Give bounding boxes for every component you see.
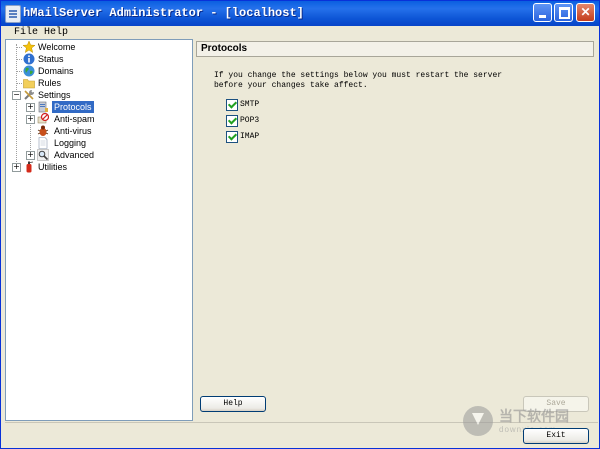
app-icon bbox=[5, 5, 21, 23]
checkbox-check-icon bbox=[226, 99, 238, 111]
collapse-icon[interactable]: − bbox=[12, 91, 21, 100]
star-icon bbox=[23, 41, 35, 53]
panel-title: Protocols bbox=[196, 41, 594, 57]
tree-item-label: Logging bbox=[54, 138, 87, 148]
restart-notice: If you change the settings below you mus… bbox=[214, 71, 514, 91]
checkbox-check-icon bbox=[226, 131, 238, 143]
app-window: hMailServer Administrator - [localhost] … bbox=[0, 0, 600, 449]
tree-item-label: Domains bbox=[38, 66, 74, 76]
minimize-icon bbox=[534, 4, 551, 21]
fire-extinguisher-icon bbox=[26, 161, 34, 173]
tree-item-label: Advanced bbox=[54, 150, 95, 160]
menu-bar: File Help bbox=[2, 26, 599, 39]
info-icon bbox=[23, 53, 35, 65]
close-button[interactable]: ✕ bbox=[576, 3, 595, 22]
menu-help[interactable]: Help bbox=[42, 26, 70, 39]
tree-line bbox=[16, 59, 22, 60]
no-spam-icon bbox=[37, 113, 49, 124]
navigation-tree[interactable]: Welcome Status Domains Rules − Settings … bbox=[5, 39, 193, 421]
tree-item-label: Settings bbox=[38, 90, 71, 100]
server-icon bbox=[38, 101, 48, 113]
tree-line bbox=[16, 71, 22, 72]
checkbox-label: SMTP bbox=[240, 100, 260, 109]
expand-icon[interactable]: + bbox=[26, 115, 35, 124]
expand-icon[interactable]: + bbox=[12, 163, 21, 172]
exit-button[interactable]: Exit bbox=[523, 428, 589, 444]
document-icon bbox=[38, 137, 48, 149]
protocols-panel: Protocols If you change the settings bel… bbox=[194, 39, 598, 419]
maximize-button[interactable] bbox=[554, 3, 573, 22]
notice-line: If you change the settings below you mus… bbox=[214, 71, 503, 80]
tree-line bbox=[16, 83, 22, 84]
tree-item-label: Rules bbox=[38, 78, 62, 88]
tree-item-label: Anti-spam bbox=[54, 114, 95, 124]
maximize-icon bbox=[555, 4, 572, 21]
folder-icon bbox=[23, 79, 35, 89]
checkbox-label: IMAP bbox=[240, 132, 260, 141]
expand-icon[interactable]: + bbox=[26, 151, 35, 160]
notice-line: before your changes take affect. bbox=[214, 81, 368, 90]
expand-icon[interactable]: + bbox=[26, 103, 35, 112]
tools-icon bbox=[24, 89, 35, 100]
tree-line bbox=[16, 44, 17, 168]
tree-item-label: Welcome bbox=[38, 42, 76, 52]
close-icon: ✕ bbox=[580, 5, 591, 19]
checkbox-check-icon bbox=[226, 115, 238, 127]
bug-icon bbox=[37, 125, 49, 136]
magnifier-icon bbox=[37, 149, 49, 161]
title-bar[interactable]: hMailServer Administrator - [localhost] … bbox=[1, 1, 599, 26]
tree-item-label: Status bbox=[38, 54, 64, 64]
watermark-text: 当下软件园 bbox=[499, 409, 569, 425]
tree-item-label: Protocols bbox=[52, 101, 94, 113]
tree-line bbox=[16, 47, 22, 48]
minimize-button[interactable] bbox=[533, 3, 552, 22]
menu-file[interactable]: File bbox=[12, 26, 40, 39]
tree-item-label: Utilities bbox=[38, 162, 68, 172]
help-button[interactable]: Help bbox=[200, 396, 266, 412]
checkbox-label: POP3 bbox=[240, 116, 260, 125]
download-icon bbox=[463, 406, 493, 436]
tree-item-label: Anti-virus bbox=[54, 126, 92, 136]
window-title: hMailServer Administrator - [localhost] bbox=[23, 6, 304, 20]
globe-icon bbox=[23, 65, 35, 77]
